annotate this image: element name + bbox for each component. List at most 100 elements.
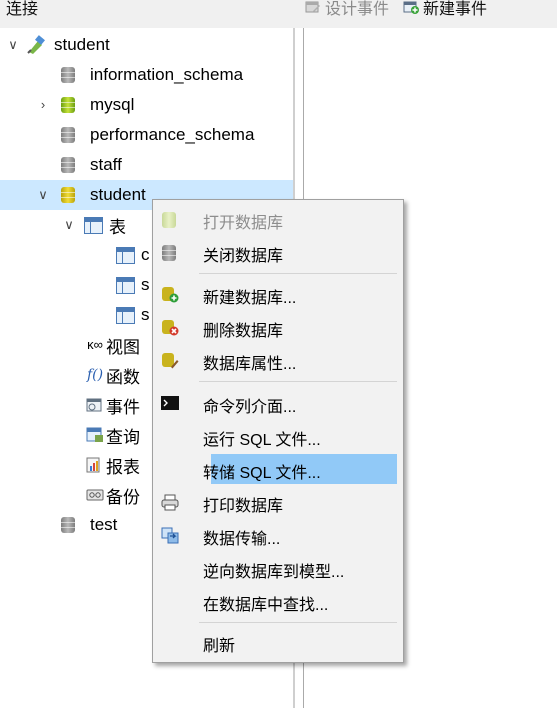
tree-folder-label: 表 (109, 217, 126, 237)
tree-table-label: c (141, 245, 150, 264)
delete-database-icon (162, 320, 179, 336)
menu-close-database[interactable]: 关闭数据库 (155, 237, 399, 267)
menu-item-label: 命令列介面... (203, 399, 297, 416)
tree-folder-label: 查询 (106, 427, 140, 447)
menu-open-database[interactable]: 打开数据库 (155, 204, 399, 234)
database-closed-icon (60, 126, 76, 144)
menu-item-label: 在数据库中查找... (203, 597, 329, 614)
open-database-icon (161, 211, 179, 228)
database-context-menu: 打开数据库 关闭数据库 新建数据库... 删除数据库 数据库属性... 命令列介… (152, 199, 404, 663)
database-closed-icon (60, 516, 76, 534)
tree-db-information-schema[interactable]: information_schema (60, 60, 243, 90)
tree-db-staff[interactable]: staff (60, 150, 122, 180)
menu-database-properties[interactable]: 数据库属性... (155, 345, 399, 375)
database-closed-icon (60, 66, 76, 84)
tree-db-label: information_schema (90, 65, 244, 84)
print-icon (161, 494, 179, 511)
close-database-icon (161, 244, 179, 261)
report-icon (86, 457, 100, 473)
menu-data-transfer[interactable]: 数据传输... (155, 520, 399, 550)
event-icon (86, 398, 102, 412)
menu-item-label: 转储 SQL 文件... (203, 465, 321, 482)
database-properties-icon (162, 353, 179, 369)
tree-folder-events[interactable]: 事件 (86, 390, 140, 420)
data-transfer-icon (161, 527, 179, 544)
connection-icon (27, 35, 45, 54)
collapse-chevron-icon[interactable]: ∨ (6, 38, 20, 52)
top-bar: 连接 设计事件 新建事件 (0, 0, 557, 28)
menu-delete-database[interactable]: 删除数据库 (155, 312, 399, 342)
menu-find-in-database[interactable]: 在数据库中查找... (155, 586, 399, 616)
menu-run-sql-file[interactable]: 运行 SQL 文件... (155, 421, 399, 451)
table-icon (116, 306, 135, 324)
menu-item-label: 删除数据库 (203, 323, 284, 340)
design-event-label: 设计事件 (325, 1, 390, 18)
tree-table-item[interactable]: s (116, 270, 150, 300)
menu-item-label: 打印数据库 (203, 498, 284, 515)
new-event-label: 新建事件 (423, 1, 488, 18)
expand-chevron-icon[interactable]: › (36, 98, 50, 112)
tree-folder-backups[interactable]: 备份 (86, 480, 140, 510)
query-icon (86, 427, 103, 442)
tree-connection-label: student (54, 35, 110, 54)
tree-table-label: s (141, 305, 150, 324)
menu-dump-sql-file[interactable]: 转储 SQL 文件... (203, 454, 397, 484)
object-toolbar: 设计事件 新建事件 (305, 0, 487, 19)
menu-new-database[interactable]: 新建数据库... (155, 279, 399, 309)
tree-folder-views[interactable]: κ∞ 视图 (86, 330, 140, 360)
tree-db-mysql[interactable]: › mysql (36, 90, 135, 120)
tree-folder-functions[interactable]: f() 函数 (86, 360, 140, 390)
tree-folder-label: 函数 (106, 367, 140, 387)
menu-item-label: 新建数据库... (203, 290, 297, 307)
database-open-icon (60, 186, 76, 204)
table-icon (116, 276, 135, 294)
tree-table-item[interactable]: s (116, 300, 150, 330)
connections-title: 连接 (6, 1, 39, 18)
menu-separator (199, 381, 397, 382)
menu-item-label: 关闭数据库 (203, 248, 284, 265)
new-event-icon (403, 1, 420, 14)
view-icon: κ∞ (87, 337, 103, 352)
collapse-chevron-icon[interactable]: ∨ (36, 188, 50, 202)
menu-separator (199, 273, 397, 274)
tree-table-item[interactable]: c (116, 240, 150, 270)
tree-db-label: staff (90, 155, 122, 174)
tree-db-label: test (90, 515, 118, 534)
menu-item-label: 刷新 (203, 638, 236, 655)
function-icon: f() (86, 367, 104, 383)
console-icon (161, 396, 179, 410)
tree-folder-reports[interactable]: 报表 (86, 450, 140, 480)
backup-icon (86, 489, 104, 501)
tree-db-label: mysql (90, 95, 135, 114)
tree-folder-label: 事件 (106, 397, 140, 417)
menu-item-label: 打开数据库 (203, 215, 284, 232)
tree-folder-tables[interactable]: ∨ 表 (62, 210, 126, 240)
menu-item-label: 运行 SQL 文件... (203, 432, 321, 449)
new-event-button[interactable]: 新建事件 (403, 0, 487, 19)
menu-refresh[interactable]: 刷新 (155, 627, 399, 657)
tree-db-label: performance_schema (90, 125, 255, 144)
tree-folder-label: 视图 (106, 337, 140, 357)
tree-folder-label: 备份 (106, 487, 140, 507)
menu-command-line[interactable]: 命令列介面... (155, 388, 399, 418)
tree-db-test[interactable]: test (60, 510, 117, 540)
menu-item-label: 数据传输... (203, 531, 281, 548)
menu-print-database[interactable]: 打印数据库 (155, 487, 399, 517)
design-event-icon (305, 1, 320, 13)
tree-db-performance-schema[interactable]: performance_schema (60, 120, 254, 150)
database-open-icon (60, 96, 76, 114)
collapse-chevron-icon[interactable]: ∨ (62, 218, 76, 232)
tree-table-label: s (141, 275, 150, 294)
menu-item-label: 逆向数据库到模型... (203, 564, 345, 581)
menu-reverse-to-model[interactable]: 逆向数据库到模型... (155, 553, 399, 583)
new-database-icon (162, 287, 179, 303)
design-event-button[interactable]: 设计事件 (305, 0, 389, 19)
tree-db-label: student (90, 185, 146, 204)
menu-separator (199, 622, 397, 623)
database-closed-icon (60, 156, 76, 174)
tree-connection-student[interactable]: ∨ student (6, 30, 110, 60)
table-icon (116, 246, 135, 264)
menu-item-label: 数据库属性... (203, 356, 297, 373)
tree-folder-label: 报表 (106, 457, 140, 477)
tree-folder-queries[interactable]: 查询 (86, 420, 140, 450)
